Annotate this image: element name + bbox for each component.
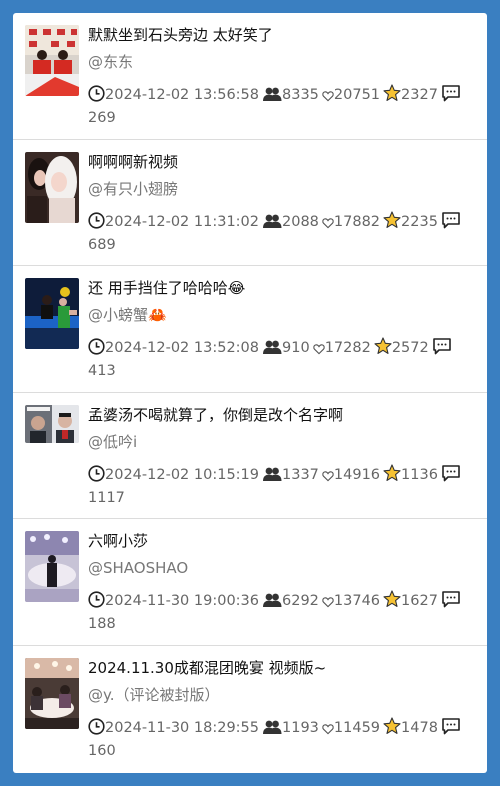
star-icon: [383, 211, 401, 228]
video-title[interactable]: 孟婆汤不喝就算了，你倒是改个名字啊: [88, 405, 343, 425]
video-title[interactable]: 默默坐到石头旁边 太好笑了: [88, 25, 273, 45]
publish-time: 2024-11-30 19:00:36: [105, 593, 259, 610]
like-count: 20751: [333, 87, 381, 103]
favorite-count: 1478: [401, 719, 438, 736]
clock-icon: [88, 718, 105, 735]
view-count: 8335: [282, 87, 319, 103]
publish-time: 2024-11-30 18:29:55: [105, 719, 259, 736]
list-item[interactable]: 孟婆汤不喝就算了，你倒是改个名字啊 @低吟i 2024-12-02 10:15:…: [13, 393, 487, 520]
users-icon: [263, 720, 282, 734]
video-stats: 2024-11-30 18:29:55 1193 11459 1478 160: [88, 717, 478, 763]
video-title[interactable]: 啊啊啊新视频: [88, 152, 178, 172]
view-count: 6292: [282, 593, 319, 610]
like-count: 11459: [333, 719, 381, 736]
video-stats: 2024-12-02 11:31:02 2088 17882 2235 689: [88, 211, 478, 257]
view-count: 1337: [282, 466, 319, 483]
star-icon: [383, 590, 401, 608]
favorite-count: 2235: [401, 213, 438, 230]
clock-icon: [88, 465, 105, 482]
users-icon: [263, 87, 282, 101]
author-name[interactable]: @低吟i: [88, 432, 137, 452]
comment-icon: [442, 464, 460, 482]
comment-icon: [442, 718, 460, 735]
author-name[interactable]: @y.（评论被封版）: [88, 685, 220, 705]
publish-time: 2024-12-02 10:15:19: [105, 466, 259, 483]
author-name[interactable]: @SHAOSHAO: [88, 558, 188, 578]
video-stats: 2024-12-02 13:56:58 8335 20751 2327 269: [88, 84, 478, 130]
clock-icon: [88, 591, 105, 608]
comment-count: 269: [88, 110, 116, 126]
favorite-count: 2572: [391, 340, 429, 357]
list-item[interactable]: 啊啊啊新视频 @有只小翅膀 2024-12-02 11:31:02 2088 178…: [13, 140, 487, 267]
star-icon: [374, 337, 392, 355]
heart-icon: [322, 471, 334, 482]
comment-count: 413: [88, 363, 116, 380]
heart-icon: [322, 597, 334, 608]
favorite-count: 1136: [401, 466, 438, 483]
heart-icon: [322, 91, 334, 102]
users-icon: [263, 214, 282, 228]
video-stats: 2024-12-02 10:15:19 1337 14916 1136 1117: [88, 464, 478, 510]
comment-icon: [442, 85, 460, 102]
comment-count: 689: [88, 236, 116, 253]
author-name[interactable]: @小螃蟹🦀: [88, 305, 167, 325]
video-title[interactable]: 2024.11.30成都混团晚宴 视频版~: [88, 658, 326, 678]
heart-icon: [322, 217, 334, 228]
like-count: 14916: [333, 466, 381, 483]
star-icon: [383, 84, 401, 101]
like-count: 17282: [324, 340, 371, 357]
video-title[interactable]: 还 用手挡住了哈哈哈😂: [88, 278, 245, 298]
video-stats: 2024-11-30 19:00:36 6292 13746 1627 188: [88, 590, 478, 636]
like-count: 13746: [333, 593, 381, 610]
video-thumbnail[interactable]: [25, 657, 79, 729]
comment-count: 160: [88, 742, 116, 759]
list-item[interactable]: 还 用手挡住了哈哈哈😂 @小螃蟹🦀 2024-12-02 13:52:08 910…: [13, 266, 487, 393]
star-icon: [383, 464, 401, 481]
video-thumbnail[interactable]: [25, 404, 79, 443]
video-thumbnail[interactable]: [25, 278, 79, 350]
comment-icon: [442, 591, 460, 608]
author-name[interactable]: @有只小翅膀: [88, 179, 178, 199]
list-item[interactable]: 六啊小莎 @SHAOSHAO 2024-11-30 19:00:36 6292 13…: [13, 519, 487, 646]
publish-time: 2024-12-02 11:31:02: [105, 213, 259, 230]
clock-icon: [88, 85, 105, 102]
publish-time: 2024-12-02 13:56:58: [105, 87, 259, 103]
video-thumbnail[interactable]: [25, 25, 79, 96]
clock-icon: [88, 338, 105, 355]
view-count: 2088: [282, 213, 319, 230]
comment-count: 188: [88, 616, 116, 633]
favorite-count: 1627: [401, 593, 438, 610]
comment-icon: [432, 338, 451, 355]
video-stats: 2024-12-02 13:52:08 910 17282 2572 413: [88, 337, 478, 383]
author-name[interactable]: @东东: [88, 52, 133, 72]
video-list: 默默坐到石头旁边 太好笑了 @东东 2024-12-02 13:56:58 833…: [13, 13, 487, 773]
video-thumbnail[interactable]: [25, 531, 79, 603]
clock-icon: [88, 211, 105, 229]
favorite-count: 2327: [401, 87, 438, 103]
heart-icon: [322, 724, 334, 735]
view-count: 910: [282, 340, 310, 357]
users-icon: [263, 467, 282, 481]
publish-time: 2024-12-02 13:52:08: [105, 340, 259, 357]
view-count: 1193: [282, 719, 319, 736]
users-icon: [263, 340, 282, 355]
users-icon: [263, 593, 282, 608]
comment-count: 1117: [88, 489, 125, 506]
like-count: 17882: [333, 213, 381, 230]
video-thumbnail[interactable]: [25, 151, 79, 223]
heart-icon: [312, 344, 325, 355]
list-item[interactable]: 2024.11.30成都混团晚宴 视频版~ @y.（评论被封版） 2024-11…: [13, 646, 487, 773]
list-item[interactable]: 默默坐到石头旁边 太好笑了 @东东 2024-12-02 13:56:58 833…: [13, 13, 487, 140]
comment-icon: [442, 211, 460, 228]
star-icon: [383, 717, 401, 734]
video-title[interactable]: 六啊小莎: [88, 531, 148, 551]
